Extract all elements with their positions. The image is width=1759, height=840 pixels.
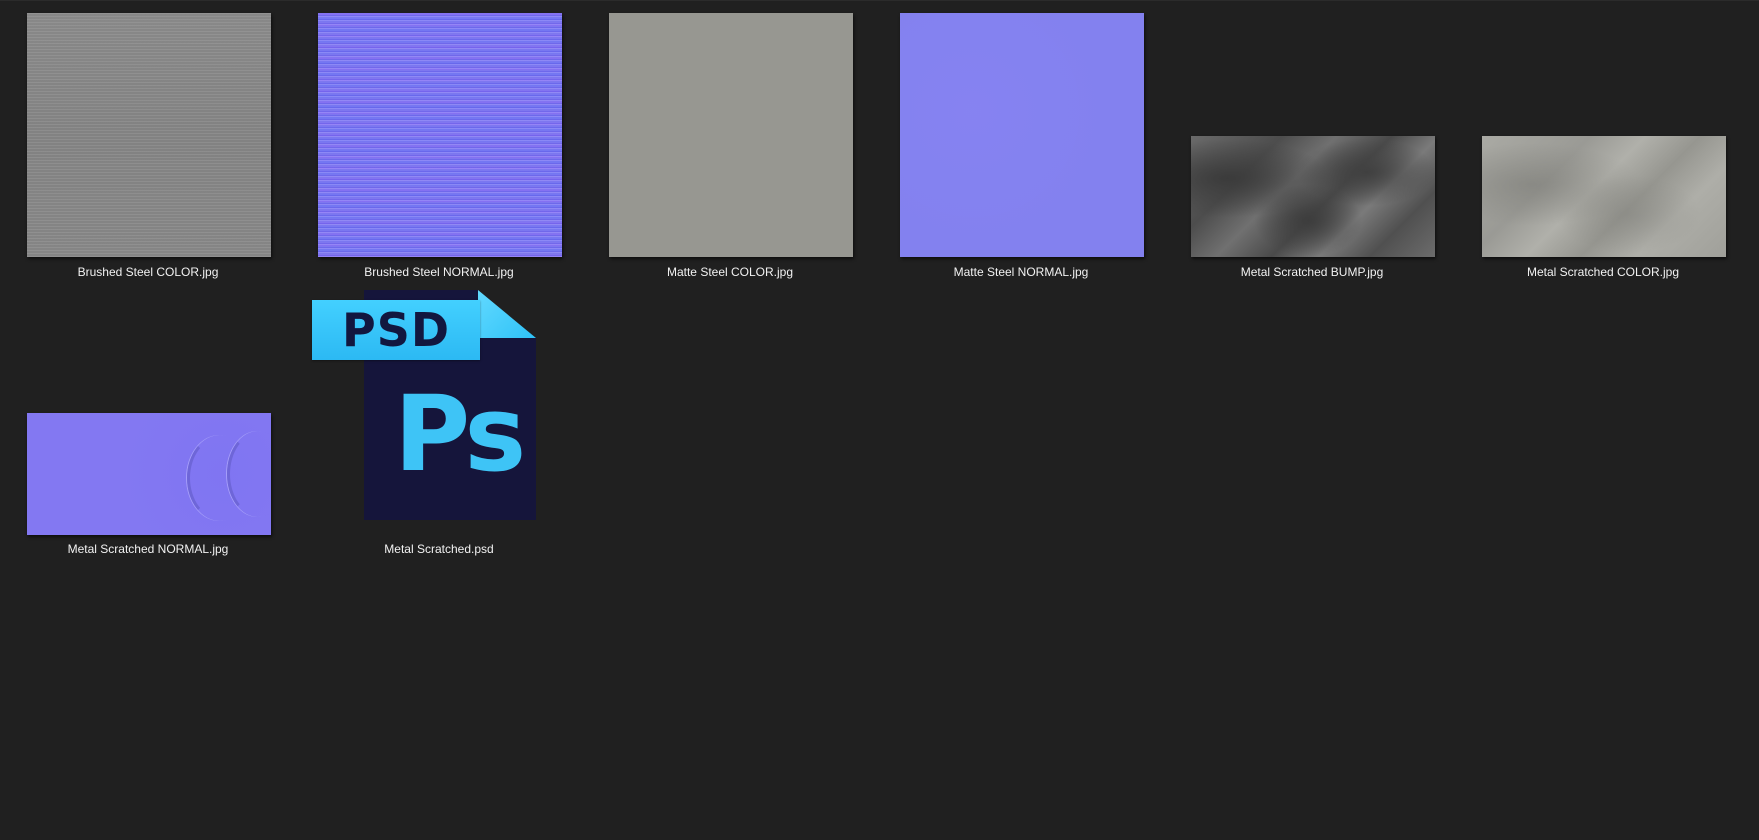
file-name-label: Metal Scratched NORMAL.jpg <box>67 542 229 556</box>
file-name-label: Metal Scratched.psd <box>384 542 494 556</box>
file-name-label: Matte Steel NORMAL.jpg <box>953 265 1089 279</box>
ps-logo-text: Ps <box>394 373 526 495</box>
psd-page-fold <box>478 290 536 338</box>
file-item-metal-scratched-psd[interactable]: PSD Ps Metal Scratched.psd <box>304 290 574 560</box>
photoshop-file-icon: PSD Ps <box>304 290 574 534</box>
file-item-metal-scratched-normal[interactable]: Metal Scratched NORMAL.jpg <box>13 290 283 560</box>
file-explorer-view: Brushed Steel COLOR.jpg Brushed Steel NO… <box>0 0 1759 840</box>
thumbnail-image <box>27 13 271 257</box>
file-name-label: Brushed Steel NORMAL.jpg <box>364 265 514 279</box>
file-item-brushed-steel-normal[interactable]: Brushed Steel NORMAL.jpg <box>304 13 574 283</box>
file-item-metal-scratched-bump[interactable]: Metal Scratched BUMP.jpg <box>1177 13 1447 283</box>
thumbnail-image <box>900 13 1144 257</box>
file-name-label: Brushed Steel COLOR.jpg <box>77 265 219 279</box>
file-name-label: Metal Scratched COLOR.jpg <box>1526 265 1680 279</box>
thumbnail-image <box>318 13 562 257</box>
thumbnail-image <box>27 413 271 535</box>
file-item-matte-steel-color[interactable]: Matte Steel COLOR.jpg <box>595 13 865 283</box>
file-name-label: Matte Steel COLOR.jpg <box>666 265 794 279</box>
file-item-metal-scratched-color[interactable]: Metal Scratched COLOR.jpg <box>1468 13 1738 283</box>
file-name-label: Metal Scratched BUMP.jpg <box>1240 265 1384 279</box>
thumbnail-image <box>1482 136 1726 257</box>
file-item-brushed-steel-color[interactable]: Brushed Steel COLOR.jpg <box>13 13 283 283</box>
thumbnail-image <box>1191 136 1435 257</box>
psd-badge: PSD <box>312 300 480 360</box>
file-item-matte-steel-normal[interactable]: Matte Steel NORMAL.jpg <box>886 13 1156 283</box>
thumbnail-image <box>609 13 853 257</box>
